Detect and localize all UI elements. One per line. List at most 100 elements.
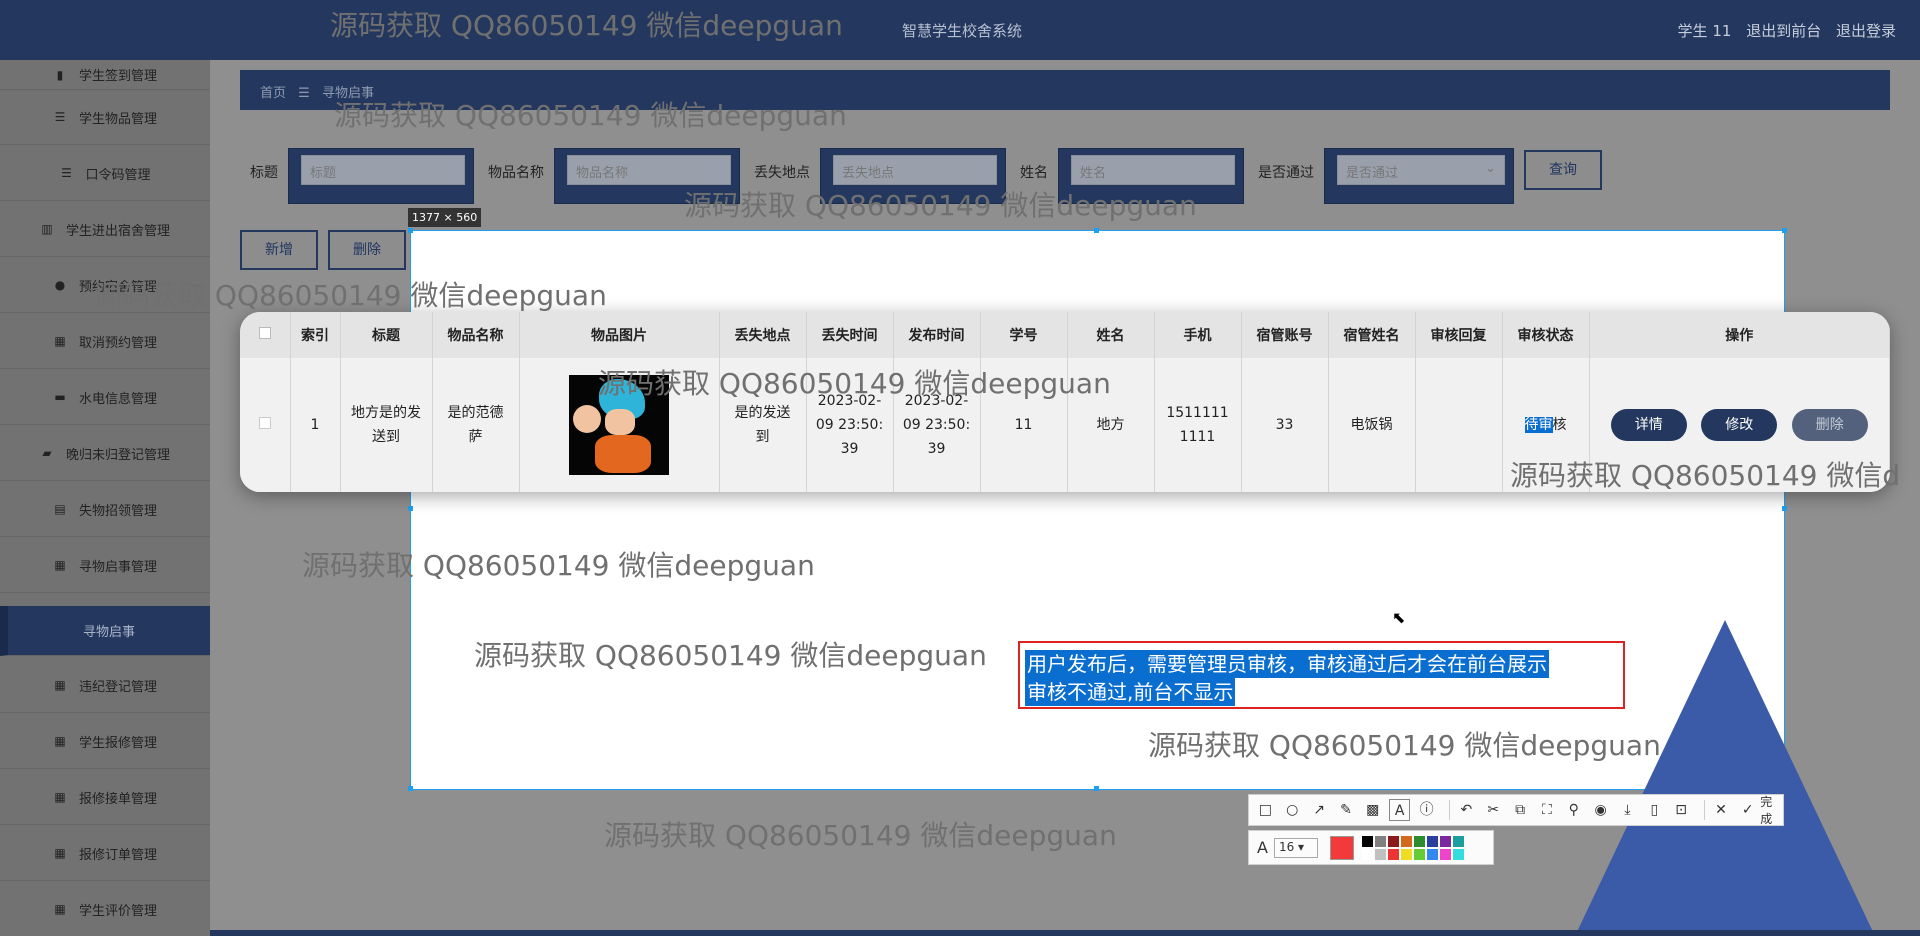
number-tool-icon[interactable]: ⓘ [1416,799,1437,821]
sidebar-item-cancel-reserve[interactable]: ▦ 取消预约管理 [0,314,210,369]
resize-handle[interactable] [1094,786,1099,791]
column-header: 丢失时间 [806,312,894,358]
color-swatch[interactable] [1361,848,1373,860]
font-size-select[interactable]: 16 ▾ [1273,837,1318,858]
resize-handle[interactable] [408,506,413,511]
column-header: 学号 [980,312,1068,358]
ocr-icon[interactable]: ⧉ [1510,799,1531,821]
mosaic-tool-icon[interactable]: ▩ [1362,799,1383,821]
arrow-tool-icon[interactable]: ↗ [1309,799,1330,821]
color-swatch[interactable] [1361,835,1373,847]
color-swatch[interactable] [1374,835,1386,847]
record-icon[interactable]: ◉ [1590,799,1611,821]
sidebar-item-repair-orders[interactable]: ▦ 报修订单管理 [0,826,210,881]
watermark-text: 源码获取 QQ86050149 微信deepguan [598,367,1111,400]
color-swatch[interactable] [1426,835,1438,847]
clipboard-icon: ▤ [54,502,66,516]
logout-link[interactable]: 退出登录 [1836,22,1896,40]
detail-button[interactable]: 详情 [1610,409,1687,441]
sidebar-item-passcode[interactable]: ☰ 口令码管理 [0,146,210,201]
sidebar-item-label: 取消预约管理 [78,335,157,351]
column-header: 操作 [1589,312,1890,358]
annotation-line-2: 审核不通过,前台不显示 [1025,678,1236,706]
resize-handle[interactable] [1782,506,1787,511]
resize-handle[interactable] [408,228,413,233]
approved-select[interactable]: 是否通过 ⌄ [1337,155,1505,185]
ellipse-tool-icon[interactable]: ○ [1282,799,1303,821]
sidebar-item-lost-found[interactable]: ▤ 失物招领管理 [0,482,210,537]
color-swatch[interactable] [1413,835,1425,847]
scroll-capture-icon[interactable]: ⛶ [1537,799,1558,821]
current-color-swatch[interactable] [1329,835,1354,860]
column-header: 物品图片 [519,312,720,358]
color-swatch[interactable] [1426,848,1438,860]
sidebar-item-utilities[interactable]: ▬ 水电信息管理 [0,370,210,425]
color-swatch[interactable] [1387,835,1399,847]
phone-icon[interactable]: ▯ [1644,799,1665,821]
sidebar-item-discipline[interactable]: ▦ 违纪登记管理 [0,658,210,713]
bookmark-icon[interactable]: ⊡ [1671,799,1692,821]
download-icon[interactable]: ⤓ [1617,799,1638,821]
resize-handle[interactable] [408,786,413,791]
column-header: 审核回复 [1415,312,1503,358]
color-swatch[interactable] [1439,835,1451,847]
top-bar: 智慧学生校舍系统 学生 11 退出到前台 退出登录 [0,0,1920,60]
add-button[interactable]: 新增 [240,230,318,270]
pen-tool-icon[interactable]: ✎ [1336,799,1357,821]
color-swatch[interactable] [1374,848,1386,860]
edit-button[interactable]: 修改 [1701,409,1778,441]
sidebar-item-evaluation[interactable]: ▦ 学生评价管理 [0,882,210,936]
sidebar-item-dorm-access[interactable]: ▥ 学生进出宿舍管理 [0,202,210,257]
item-name-search-input[interactable]: 物品名称 [567,155,731,185]
resize-handle[interactable] [1094,228,1099,233]
select-all-checkbox-cell[interactable] [240,312,291,358]
bulk-delete-button[interactable]: 删除 [328,230,406,270]
resize-handle[interactable] [1782,228,1787,233]
query-button[interactable]: 查询 [1524,150,1602,190]
username: 学生 11 [1677,22,1732,40]
pin-icon[interactable]: ⚲ [1563,799,1584,821]
title-search-input[interactable]: 标题 [301,155,465,185]
watermark-text: 源码获取 QQ86050149 微信deepguan [684,189,1197,222]
color-swatch[interactable] [1400,835,1412,847]
undo-icon[interactable]: ↶ [1456,799,1477,821]
sidebar-item-late-return[interactable]: ▰ 晚归未归登记管理 [0,426,210,481]
sidebar-item-repair[interactable]: ▦ 学生报修管理 [0,714,210,769]
name-search-input[interactable]: 姓名 [1071,155,1235,185]
scissors-icon[interactable]: ✂ [1483,799,1504,821]
sidebar-item-sign-in[interactable]: ▮ 学生签到管理 [0,60,210,90]
sidebar-item-label: 学生报修管理 [78,735,157,751]
lost-place-search-input[interactable]: 丢失地点 [833,155,997,185]
sidebar-subitem-lost-notice[interactable]: 寻物启事 [0,606,210,656]
row-checkbox-cell[interactable] [240,358,291,492]
rectangle-tool-icon[interactable]: □ [1255,799,1276,821]
watermark-text: 源码获取 QQ86050149 微信deepguan [334,99,847,132]
row-checkbox[interactable] [258,417,271,429]
list-icon: ☰ [61,166,72,180]
done-button[interactable]: 完成 [1760,793,1783,827]
text-tool-icon[interactable]: A [1389,799,1411,821]
close-icon[interactable]: ✕ [1711,799,1732,821]
color-swatch[interactable] [1387,848,1399,860]
breadcrumb-home[interactable]: 首页 [260,86,286,101]
color-swatch[interactable] [1452,848,1464,860]
select-all-checkbox[interactable] [258,327,271,339]
sidebar-item-repair-accept[interactable]: ▦ 报修接单管理 [0,770,210,825]
delete-button[interactable]: 删除 [1791,409,1868,441]
color-swatch[interactable] [1400,848,1412,860]
text-style-palette: A 16 ▾ [1248,830,1494,865]
color-swatch[interactable] [1439,848,1451,860]
sidebar-item-lost-notice-mgmt[interactable]: ▦ 寻物启事管理 [0,538,210,593]
cell-manager-name: 电饭锅 [1328,358,1416,492]
sidebar-item-label: 学生物品管理 [78,111,157,127]
check-icon[interactable]: ✓ [1737,799,1758,821]
font-icon: A [1257,838,1268,857]
color-swatch[interactable] [1413,848,1425,860]
sidebar-item-student-items[interactable]: ☰ 学生物品管理 [0,90,210,145]
color-swatch[interactable] [1452,835,1464,847]
column-header: 宿管姓名 [1328,312,1416,358]
column-header: 宿管账号 [1241,312,1329,358]
column-header: 发布时间 [893,312,981,358]
sidebar-item-label: 学生签到管理 [78,69,157,84]
back-to-front-link[interactable]: 退出到前台 [1746,22,1821,40]
